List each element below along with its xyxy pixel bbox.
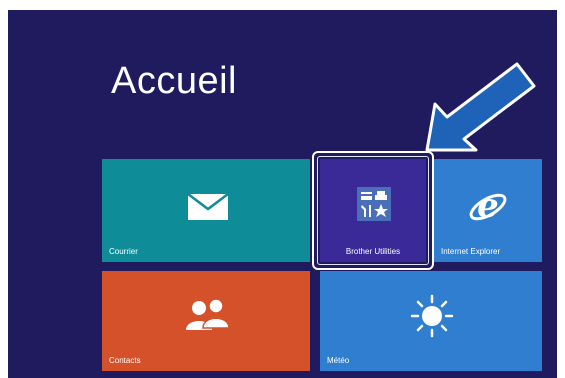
tile-brother-utilities[interactable]: Brother Utilities bbox=[320, 159, 426, 262]
brother-utilities-icon bbox=[357, 187, 391, 221]
mail-icon bbox=[187, 193, 229, 220]
tile-courrier[interactable]: Courrier bbox=[102, 159, 310, 262]
internet-explorer-icon: e bbox=[469, 186, 507, 226]
tile-label: Brother Utilities bbox=[345, 247, 401, 256]
pointer-arrow-icon bbox=[425, 62, 536, 152]
svg-text:e: e bbox=[477, 186, 499, 226]
tile-label: Courrier bbox=[109, 247, 138, 256]
tile-meteo[interactable]: Météo bbox=[320, 271, 542, 371]
sun-icon bbox=[410, 294, 454, 338]
tile-label: Météo bbox=[327, 356, 350, 365]
people-icon bbox=[186, 298, 229, 330]
tile-label: Contacts bbox=[109, 356, 141, 365]
tile-label: Internet Explorer bbox=[441, 247, 501, 256]
page-title: Accueil bbox=[111, 60, 237, 102]
tile-contacts[interactable]: Contacts bbox=[102, 271, 310, 371]
tile-internet-explorer[interactable]: e Internet Explorer bbox=[434, 159, 542, 262]
